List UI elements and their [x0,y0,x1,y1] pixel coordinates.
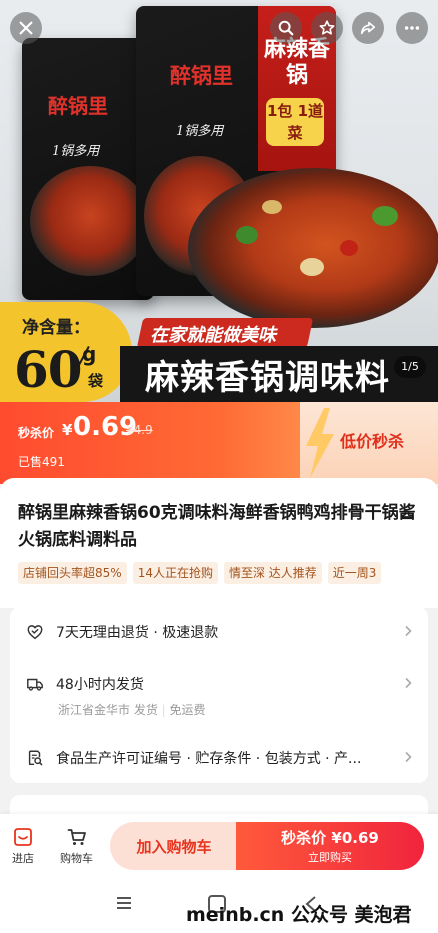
package-image-back: 醉锅里 1锅多用 [22,38,154,300]
image-page-indicator: 1/5 [394,356,426,378]
package-brand: 醉锅里 [170,63,233,88]
product-tag: 14人正在抢购 [132,562,218,584]
shipping-sub-info: 浙江省金华市 发货 | 免运费 [58,701,206,718]
net-content-unit-bag: 袋 [88,372,104,390]
dish-image [30,166,150,276]
service-row-return[interactable]: 7天无理由退货 · 极速退款 [26,622,218,642]
price-currency: ¥ [62,421,73,439]
store-button[interactable]: 进店 [12,826,34,866]
chevron-right-icon [405,677,412,689]
service-row-shipping[interactable]: 48小时内发货 [26,674,144,694]
star-icon [319,20,335,35]
net-content-label: 净含量： [22,318,90,338]
chevron-right-icon [405,625,412,637]
tagline: 在家就能做美味 [150,325,276,346]
more-icon [404,26,420,30]
vegetable-decor [340,240,358,256]
search-icon [278,20,294,36]
original-price: ¥4.9 [126,423,153,437]
shipping-fee: 免运费 [169,703,206,717]
cart-label: 购物车 [60,852,93,865]
more-button[interactable] [396,12,428,44]
package-brand: 醉锅里 [48,94,108,118]
big-title: 麻辣香锅调味料 [145,358,390,398]
net-content-value: 60 [14,340,83,399]
favorite-button[interactable] [311,12,343,44]
watermark: meinb.cn 公众号 美泡君 [186,904,412,926]
truck-icon [27,678,43,691]
close-button[interactable] [10,12,42,44]
share-button[interactable] [352,12,384,44]
vegetable-decor [300,258,324,276]
chevron-right-icon [405,751,412,763]
heart-shield-icon [27,625,43,640]
package-red-badge: 1包 1道菜 [266,98,324,146]
cart-icon [67,829,86,845]
service-shipping-text: 48小时内发货 [56,677,144,693]
sold-count: 已售491 [18,455,65,469]
close-icon [19,21,33,35]
flash-price-label: 秒杀价 [18,426,55,440]
package-slogan: 1锅多用 [52,144,100,159]
cart-button[interactable]: 购物车 [60,826,93,866]
buy-now-price: 秒杀价 ¥0.69 [281,829,379,847]
service-return-text: 7天无理由退货 · 极速退款 [56,625,219,641]
package-red-title: 麻辣香锅 [264,36,331,88]
store-label: 进店 [12,852,34,865]
search-button[interactable] [270,12,302,44]
shipping-location: 浙江省金华市 发货 [58,703,158,717]
product-tag[interactable]: 情至深 达人推荐 [223,562,322,584]
vegetable-decor [262,200,282,214]
product-tags: 店铺回头率超85% 14人正在抢购 情至深 达人推荐 近一周3 [18,562,382,584]
document-search-icon [28,750,43,766]
service-params-text: 食品生产许可证编号 · 贮存条件 · 包装方式 · 产... [56,751,362,767]
menu-icon[interactable] [116,896,132,910]
promo-label: 低价秒杀 [340,432,405,451]
add-to-cart-button[interactable]: 加入购物车 [110,822,238,870]
vegetable-decor [372,206,398,226]
store-icon [14,828,32,846]
buy-now-button[interactable]: 秒杀价 ¥0.69 立即购买 [236,822,424,870]
vegetable-decor [236,226,258,244]
product-title[interactable]: 醉锅里麻辣香锅60克调味料海鲜香锅鸭鸡排骨干锅酱火锅底料调料品 [18,500,424,554]
product-tag: 店铺回头率超85% [18,562,127,584]
sub-divider: | [161,703,170,717]
service-row-params[interactable]: 食品生产许可证编号 · 贮存条件 · 包装方式 · 产... [26,748,361,768]
product-tag: 近一周3 [327,562,382,584]
product-image-carousel[interactable]: 醉锅里 1锅多用 醉锅里 1锅多用 麻辣香锅 1包 1道菜 净含量： 60 g … [0,0,438,402]
share-icon [360,21,376,35]
product-page: 醉锅里 1锅多用 醉锅里 1锅多用 麻辣香锅 1包 1道菜 净含量： 60 g … [0,0,438,933]
dish-image-main [188,168,438,328]
lightning-icon [306,408,334,478]
buy-now-label: 立即购买 [308,851,352,864]
package-slogan: 1锅多用 [176,124,224,139]
